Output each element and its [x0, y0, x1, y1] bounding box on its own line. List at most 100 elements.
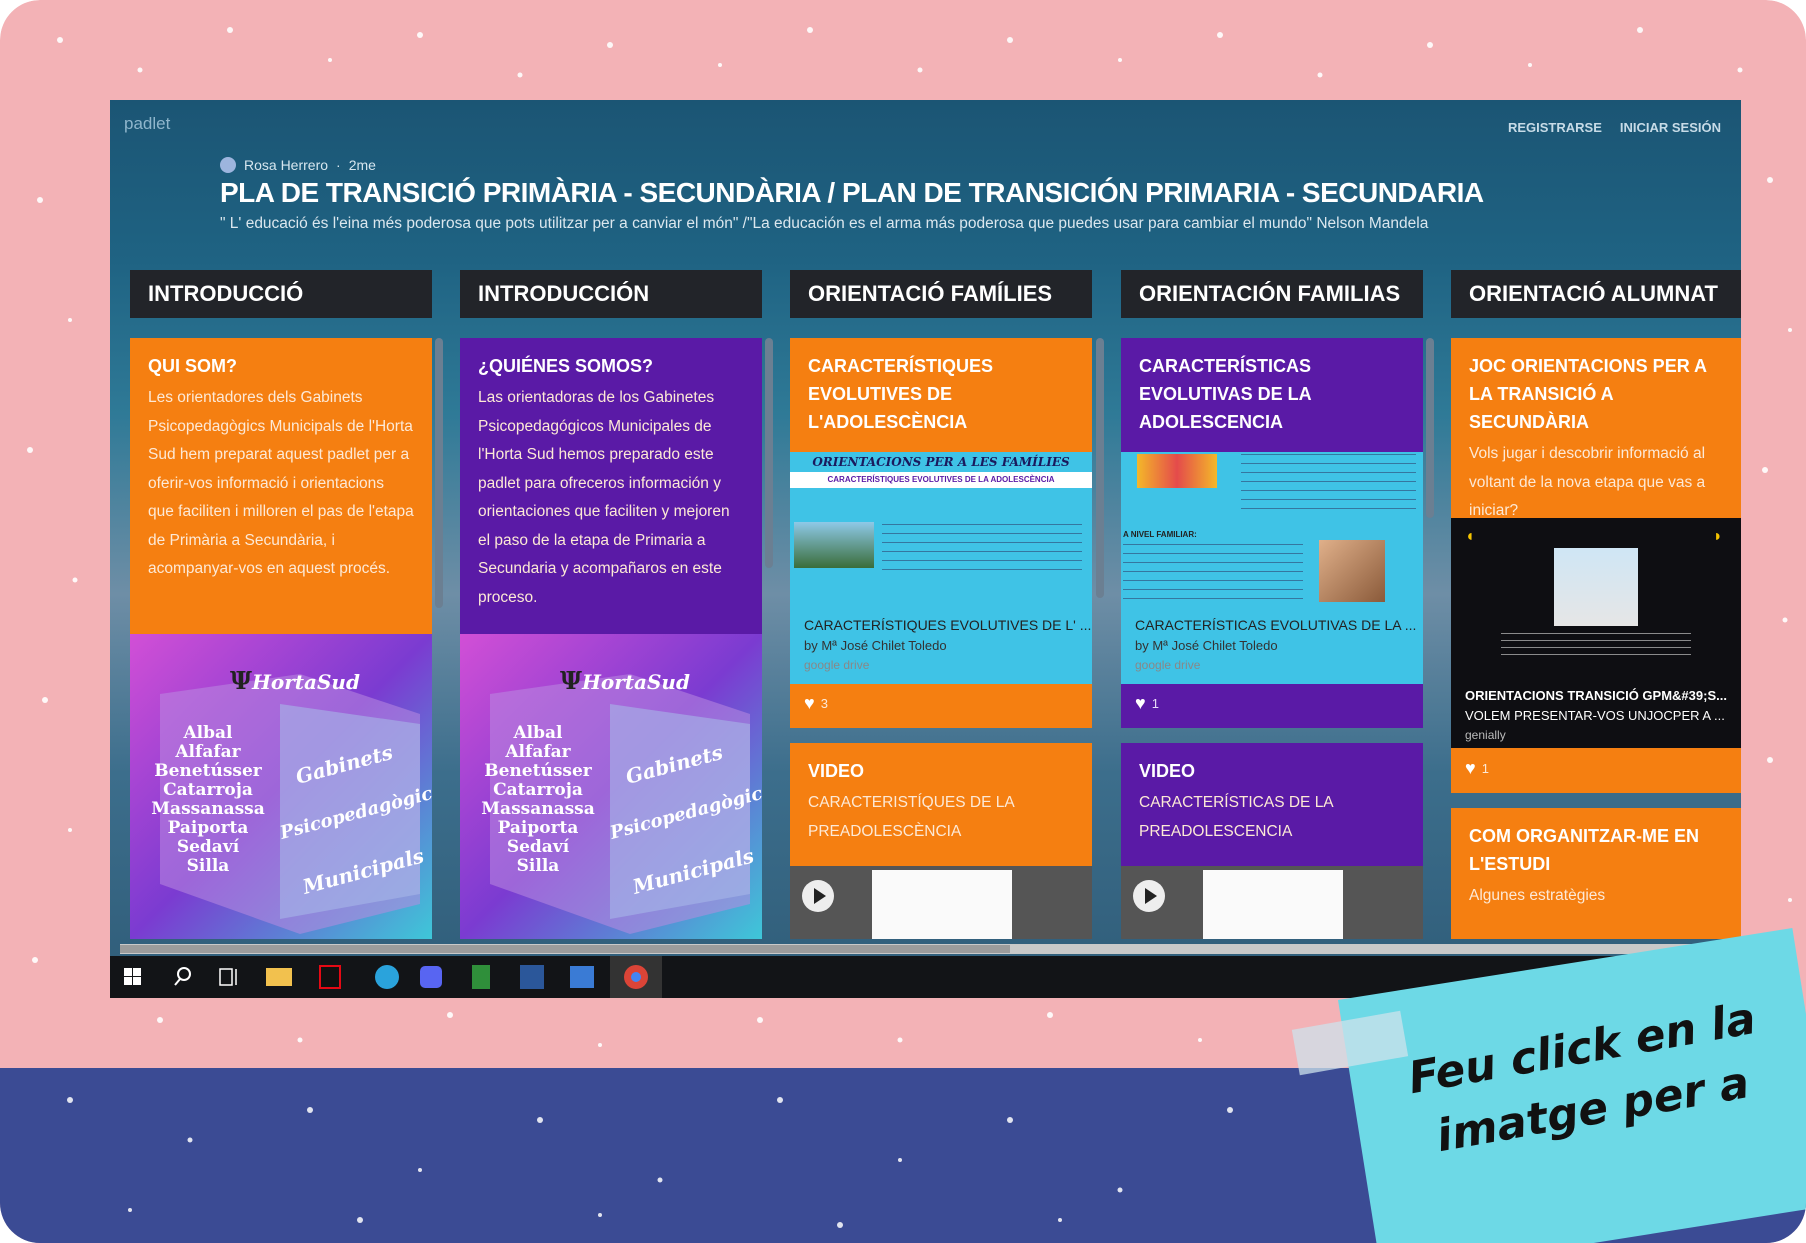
register-link[interactable]: REGISTRARSE: [1508, 120, 1602, 135]
card-body: Les orientadores dels Gabinets Psicopeda…: [148, 389, 414, 577]
card-title: CARACTERÍSTIQUES EVOLUTIVES DE L'ADOLESC…: [808, 356, 994, 432]
preview-illustration: [1554, 548, 1638, 626]
preview-heading: A NIVEL FAMILIAR:: [1123, 530, 1197, 539]
board-thumbnail: [124, 155, 200, 231]
card-title: CARACTERÍSTICAS EVOLUTIVAS DE LA ADOLESC…: [1139, 356, 1312, 432]
pacman-icon: ◖: [1465, 528, 1475, 545]
column-scrollbar[interactable]: [1096, 338, 1104, 598]
svg-text:Ψ: Ψ: [230, 666, 252, 695]
link-author: by Mª José Chilet Toledo: [1135, 638, 1278, 653]
preview-banner: ORIENTACIONS PER A LES FAMÍLIES: [790, 452, 1092, 472]
app-icon[interactable]: [570, 966, 594, 988]
discord-icon[interactable]: [420, 966, 442, 988]
card-title: QUI SOM?: [148, 356, 237, 376]
padlet-screenshot[interactable]: padlet REGISTRARSE INICIAR SESIÓN Rosa H…: [110, 100, 1741, 998]
video-thumbnail[interactable]: [790, 866, 1092, 939]
post-time: 2me: [348, 157, 376, 173]
card-title: JOC ORIENTACIONS PER A LA TRANSICIÓ A SE…: [1469, 356, 1707, 432]
telegram-icon[interactable]: [375, 965, 399, 989]
avatar-icon: [220, 157, 236, 173]
link-source: google drive: [804, 658, 870, 672]
column-scrollbar[interactable]: [1426, 338, 1434, 518]
card-title: ¿QUIÉNES SOMOS?: [478, 356, 654, 376]
card-quienes-somos[interactable]: ¿QUIÉNES SOMOS? Las orientadoras de los …: [460, 338, 762, 634]
word-icon[interactable]: [520, 965, 544, 989]
link-title[interactable]: ORIENTACIONS TRANSICIÓ GPM&#39;S...: [1465, 688, 1727, 703]
task-view-icon[interactable]: [219, 968, 237, 986]
column-header-orientacio-alumnat: ORIENTACIÓ ALUMNAT: [1451, 270, 1741, 318]
svg-text:Benetússer: Benetússer: [154, 761, 263, 781]
link-title[interactable]: CARACTERÍSTICAS EVOLUTIVAS DE LA ...: [1135, 617, 1416, 633]
play-icon[interactable]: [1133, 880, 1165, 912]
card-body: Las orientadoras de los Gabinetes Psicop…: [478, 389, 730, 606]
horizontal-scrollbar[interactable]: [120, 944, 1740, 954]
video-frame: [872, 870, 1012, 939]
column-header-introduccion: INTRODUCCIÓN: [460, 270, 762, 318]
author-line: Rosa Herrero · 2me: [220, 157, 376, 173]
column-scrollbar[interactable]: [435, 338, 443, 608]
card-body: Algunes estratègies: [1469, 887, 1606, 904]
preview-photo: [1137, 454, 1217, 488]
card-body: CARACTERÍSTICAS DE LA PREADOLESCENCIA: [1139, 794, 1333, 840]
file-explorer-icon[interactable]: [266, 968, 292, 986]
padlet-logo[interactable]: padlet: [124, 114, 170, 134]
svg-text:Paiporta: Paiporta: [168, 818, 249, 838]
svg-text:Alfafar: Alfafar: [174, 742, 241, 762]
brand-text: HortaSud: [251, 670, 360, 694]
windows-start-icon[interactable]: [124, 968, 141, 985]
netflix-icon[interactable]: [319, 965, 341, 989]
heart-icon[interactable]: ♥: [1135, 693, 1146, 714]
preview-banner-sub: CARACTERÍSTIQUES EVOLUTIVES DE LA ADOLES…: [790, 472, 1092, 488]
likes[interactable]: ♥ 3: [804, 693, 828, 714]
hortasud-logo-image[interactable]: Ψ HortaSud Albal Alfafar Benetússer Catarr…: [130, 634, 432, 939]
svg-text:Silla: Silla: [517, 856, 560, 876]
hortasud-logo-image[interactable]: Ψ HortaSud Albal Alfafar Benetússer Catarr…: [460, 634, 762, 939]
svg-text:Sedaví: Sedaví: [507, 837, 570, 857]
attachment-preview[interactable]: ORIENTACIONS PER A LES FAMÍLIES CARACTER…: [790, 452, 1092, 684]
notebook-icon[interactable]: [472, 965, 490, 989]
separator: ·: [336, 157, 341, 173]
like-count: 1: [1151, 696, 1159, 711]
heart-icon[interactable]: ♥: [804, 693, 815, 714]
likes[interactable]: ♥ 1: [1135, 693, 1159, 714]
svg-text:Alfafar: Alfafar: [504, 742, 571, 762]
play-icon[interactable]: [802, 880, 834, 912]
card-organitzar-estudi[interactable]: COM ORGANITZAR-ME EN L'ESTUDI Algunes es…: [1451, 808, 1741, 939]
svg-text:Benetússer: Benetússer: [484, 761, 593, 781]
svg-text:Catarroja: Catarroja: [493, 780, 583, 800]
card-video-cas[interactable]: VIDEO CARACTERÍSTICAS DE LA PREADOLESCEN…: [1121, 743, 1423, 939]
svg-text:Paiporta: Paiporta: [498, 818, 579, 838]
column-header-orientacio-families: ORIENTACIÓ FAMÍLIES: [790, 270, 1092, 318]
svg-text:Sedaví: Sedaví: [177, 837, 240, 857]
link-source: google drive: [1135, 658, 1201, 672]
card-caracteristicas[interactable]: CARACTERÍSTICAS EVOLUTIVAS DE LA ADOLESC…: [1121, 338, 1423, 728]
pacman-icon: ◗: [1713, 528, 1723, 545]
column-scrollbar[interactable]: [765, 338, 773, 568]
search-icon[interactable]: [174, 967, 191, 986]
card-joc-orientacions[interactable]: JOC ORIENTACIONS PER A LA TRANSICIÓ A SE…: [1451, 338, 1741, 793]
slide-frame: padlet REGISTRARSE INICIAR SESIÓN Rosa H…: [0, 0, 1806, 1243]
heart-icon[interactable]: ♥: [1465, 758, 1476, 779]
top-links: REGISTRARSE INICIAR SESIÓN: [1508, 120, 1721, 135]
author-name[interactable]: Rosa Herrero: [244, 157, 328, 173]
svg-text:Massanassa: Massanassa: [481, 799, 595, 819]
preview-text-lines: [1501, 633, 1691, 655]
like-count: 1: [1481, 761, 1489, 776]
scrollbar-thumb[interactable]: [120, 945, 1010, 953]
preview-text-lines: [1123, 544, 1303, 604]
attachment-preview[interactable]: ◖ ◗ ORIENTACIONS TRANSICIÓ GPM&#39;S... …: [1451, 518, 1741, 748]
card-qui-som[interactable]: QUI SOM? Les orientadores dels Gabinets …: [130, 338, 432, 634]
svg-text:Massanassa: Massanassa: [151, 799, 265, 819]
likes[interactable]: ♥ 1: [1465, 758, 1489, 779]
board-title: PLA DE TRANSICIÓ PRIMÀRIA - SECUNDÀRIA /…: [220, 177, 1484, 208]
attachment-preview[interactable]: A NIVEL FAMILIAR: CARACTERÍSTICAS EVOLUT…: [1121, 452, 1423, 684]
link-title[interactable]: CARACTERÍSTIQUES EVOLUTIVES DE L' ...: [804, 617, 1091, 633]
card-title: VIDEO: [808, 761, 865, 781]
card-video-cat[interactable]: VIDEO CARACTERISTÍQUES DE LA PREADOLESCÈ…: [790, 743, 1092, 939]
video-thumbnail[interactable]: [1121, 866, 1423, 939]
login-link[interactable]: INICIAR SESIÓN: [1620, 120, 1721, 135]
card-title: VIDEO: [1139, 761, 1196, 781]
card-caracteristiques[interactable]: CARACTERÍSTIQUES EVOLUTIVES DE L'ADOLESC…: [790, 338, 1092, 728]
preview-text-lines: [882, 524, 1082, 570]
card-body: Vols jugar i descobrir informació al vol…: [1469, 445, 1706, 519]
